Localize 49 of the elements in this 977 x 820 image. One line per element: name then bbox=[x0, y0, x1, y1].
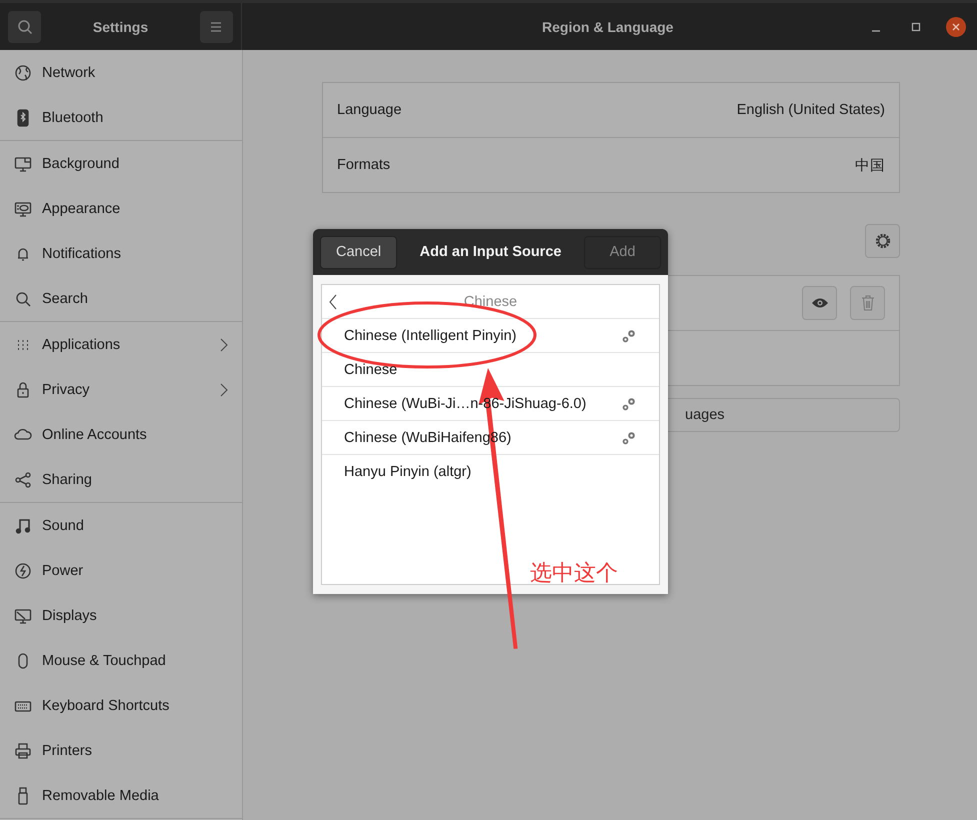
sidebar-item[interactable]: Displays bbox=[0, 593, 242, 638]
sidebar-item[interactable]: Search bbox=[0, 276, 242, 321]
search-icon bbox=[14, 290, 32, 308]
input-source-item[interactable]: Hanyu Pinyin (altgr) bbox=[322, 455, 659, 488]
eye-icon bbox=[810, 297, 828, 309]
share-icon bbox=[14, 470, 32, 488]
close-button[interactable] bbox=[946, 16, 966, 36]
printer-icon bbox=[14, 742, 32, 760]
gear-icon bbox=[874, 232, 892, 250]
settings-button[interactable] bbox=[865, 224, 900, 258]
minimize-icon bbox=[871, 30, 881, 32]
sidebar-item[interactable]: Removable Media bbox=[0, 773, 242, 818]
sidebar-item[interactable]: Keyboard Shortcuts bbox=[0, 683, 242, 728]
cancel-button[interactable]: Cancel bbox=[320, 236, 398, 268]
sidebar-item[interactable]: Mouse & Touchpad bbox=[0, 638, 242, 683]
menu-icon bbox=[209, 20, 224, 32]
monitor-icon bbox=[14, 154, 32, 172]
sidebar-item[interactable]: Privacy bbox=[0, 367, 242, 412]
appearance-icon bbox=[14, 200, 32, 218]
globe-icon bbox=[14, 64, 32, 82]
sidebar-item[interactable]: Network bbox=[0, 50, 242, 95]
search-button[interactable] bbox=[8, 10, 41, 42]
settings-row[interactable]: Language English (United States) bbox=[323, 83, 899, 137]
sidebar-item[interactable]: Power bbox=[0, 548, 242, 593]
music-note-icon bbox=[14, 516, 32, 534]
sidebar-item[interactable]: Appearance bbox=[0, 186, 242, 231]
sidebar-item[interactable]: Sharing bbox=[0, 457, 242, 502]
input-source-item[interactable]: Chinese (Intelligent Pinyin) bbox=[322, 319, 659, 353]
app-title: Settings bbox=[92, 18, 148, 34]
trash-icon bbox=[860, 295, 874, 311]
search-icon bbox=[16, 18, 32, 34]
sidebar-item[interactable]: Notifications bbox=[0, 231, 242, 276]
menu-button[interactable] bbox=[200, 10, 233, 42]
sidebar-item[interactable]: Sound bbox=[0, 503, 242, 548]
preview-button[interactable] bbox=[802, 286, 837, 320]
sidebar-item[interactable]: Applications bbox=[0, 322, 242, 367]
dialog-title: Add an Input Source bbox=[420, 244, 562, 260]
sidebar-item[interactable]: Printers bbox=[0, 728, 242, 773]
back-icon[interactable] bbox=[329, 294, 337, 310]
maximize-icon bbox=[911, 22, 921, 32]
display-icon bbox=[14, 606, 32, 624]
close-icon bbox=[951, 22, 961, 32]
sidebar-item[interactable]: Online Accounts bbox=[0, 412, 242, 457]
sidebar-item[interactable]: Background bbox=[0, 141, 242, 186]
annotation-text: 选中这个 bbox=[530, 559, 618, 587]
settings-row[interactable]: Formats 中国 bbox=[323, 137, 899, 192]
sidebar-item[interactable]: Bluetooth bbox=[0, 95, 242, 140]
window-title: Region & Language bbox=[542, 18, 674, 34]
power-icon bbox=[14, 562, 32, 580]
